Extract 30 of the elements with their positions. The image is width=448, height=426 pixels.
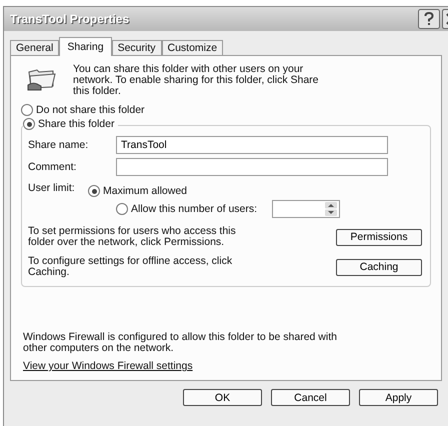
radio-label[interactable]: Do not share this folder	[36, 104, 145, 116]
dialog-button[interactable]: OK	[183, 389, 262, 406]
radio-button[interactable]	[88, 185, 100, 197]
dialog-button[interactable]: Cancel	[271, 389, 350, 406]
field-label: Share name:	[28, 139, 90, 151]
action-description: To configure settings for offline access, click Caching.	[28, 256, 234, 278]
radio-label[interactable]: Maximum allowed	[103, 185, 188, 197]
radio-label[interactable]: Allow this number of users:	[131, 203, 258, 215]
text-field[interactable]: TransTool	[116, 136, 388, 154]
radio-button[interactable]	[116, 203, 128, 215]
text-field[interactable]	[116, 158, 388, 176]
action-description: To set permissions for users who access this folder over the network, click Permissions.	[28, 226, 237, 248]
intro-text: You can share this folder with other users on your network. To enable sharing for this folder, click Share this folder.	[73, 64, 320, 97]
field-label: User limit:	[28, 182, 76, 194]
dialog-button[interactable]: Apply	[359, 389, 438, 406]
firewall-settings-link[interactable]: View your Windows Firewall settings	[23, 360, 431, 372]
firewall-note: Windows Firewall is configured to allow this folder to be shared with other computers on the network.	[23, 332, 338, 354]
tab[interactable]: Customize	[162, 40, 224, 55]
action-button[interactable]: Caching	[336, 258, 422, 276]
radio-button[interactable]	[21, 104, 33, 116]
tab[interactable]: General	[10, 40, 60, 55]
help-icon[interactable]	[418, 9, 440, 29]
tab[interactable]: Security	[112, 40, 162, 55]
window-title: TransTool Properties	[10, 12, 130, 26]
radio-label[interactable]: Share this folder	[38, 118, 114, 130]
action-button[interactable]: Permissions	[336, 228, 422, 246]
radio-button[interactable]	[23, 118, 35, 130]
tab[interactable]: Sharing	[59, 37, 112, 56]
field-label: Comment:	[28, 161, 78, 173]
number-spinner[interactable]	[272, 200, 340, 218]
